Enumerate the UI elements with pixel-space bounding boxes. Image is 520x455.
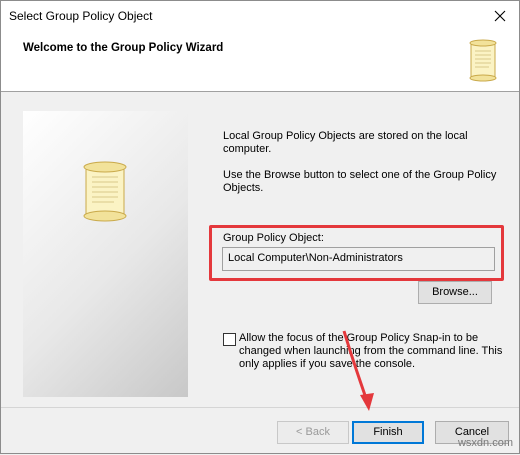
wizard-side-panel	[23, 111, 188, 397]
gpo-field[interactable]: Local Computer\Non-Administrators	[222, 247, 495, 271]
wizard-header: Welcome to the Group Policy Wizard	[1, 31, 519, 92]
gpo-label: Group Policy Object:	[223, 232, 324, 244]
finish-button[interactable]: Finish	[352, 421, 424, 444]
close-icon[interactable]	[489, 5, 511, 27]
scroll-icon	[465, 39, 501, 86]
info-text-browse: Use the Browse button to select one of t…	[223, 169, 497, 194]
title-bar: Select Group Policy Object	[1, 1, 519, 31]
footer-divider	[1, 407, 519, 408]
back-button[interactable]: < Back	[277, 421, 349, 444]
browse-button[interactable]: Browse...	[418, 281, 492, 304]
allow-focus-checkbox[interactable]	[223, 333, 236, 346]
allow-focus-label: Allow the focus of the Group Policy Snap…	[239, 332, 503, 370]
watermark: wsxdn.com	[457, 437, 513, 449]
wizard-window: Select Group Policy Object Welcome to th…	[0, 0, 520, 454]
scroll-icon	[76, 159, 134, 226]
info-text-storage: Local Group Policy Objects are stored on…	[223, 130, 468, 155]
header-title: Welcome to the Group Policy Wizard	[23, 42, 224, 54]
window-title: Select Group Policy Object	[9, 9, 153, 23]
